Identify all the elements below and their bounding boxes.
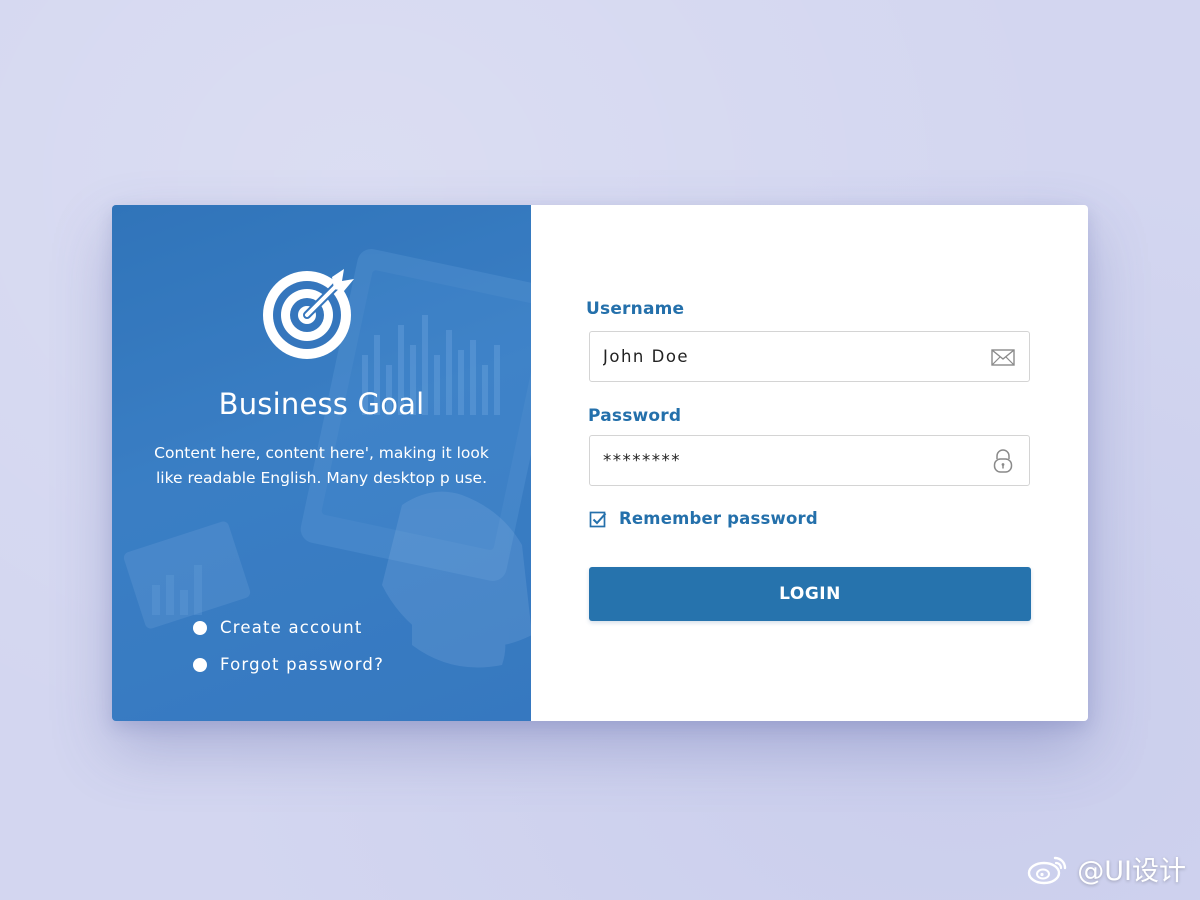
brand-title: Business Goal bbox=[218, 387, 425, 421]
login-button[interactable]: LOGIN bbox=[589, 567, 1031, 621]
checkbox-checked-icon[interactable] bbox=[589, 510, 607, 528]
username-field[interactable] bbox=[589, 331, 1030, 382]
brand-panel: Business Goal Content here, content here… bbox=[112, 205, 531, 721]
forgot-password-link[interactable]: Forgot password? bbox=[193, 646, 384, 683]
login-form: Username Password bbox=[531, 205, 1088, 721]
username-label: Username bbox=[586, 299, 685, 319]
bullet-dot-icon bbox=[193, 620, 207, 635]
brand-description: Content here, content here', making it l… bbox=[154, 444, 489, 487]
watermark-text: @UI设计 bbox=[1077, 856, 1186, 887]
weibo-logo-icon bbox=[1028, 856, 1067, 884]
target-arrow-icon bbox=[263, 269, 354, 359]
password-input[interactable] bbox=[603, 436, 983, 484]
envelope-icon bbox=[991, 349, 1015, 366]
padlock-icon bbox=[993, 449, 1013, 473]
forgot-password-label: Forgot password? bbox=[220, 655, 385, 674]
create-account-link[interactable]: Create account bbox=[193, 609, 384, 646]
password-label: Password bbox=[588, 406, 682, 426]
create-account-label: Create account bbox=[220, 618, 363, 637]
account-links: Create account Forgot password? bbox=[193, 609, 384, 683]
weibo-watermark: @UI设计 bbox=[1027, 849, 1186, 888]
remember-password-checkbox[interactable]: Remember password bbox=[589, 509, 818, 528]
username-input[interactable] bbox=[603, 332, 983, 380]
remember-password-label: Remember password bbox=[619, 509, 818, 528]
login-card: Business Goal Content here, content here… bbox=[112, 205, 1088, 721]
password-field[interactable] bbox=[589, 435, 1030, 486]
bullet-dot-icon bbox=[193, 657, 207, 672]
